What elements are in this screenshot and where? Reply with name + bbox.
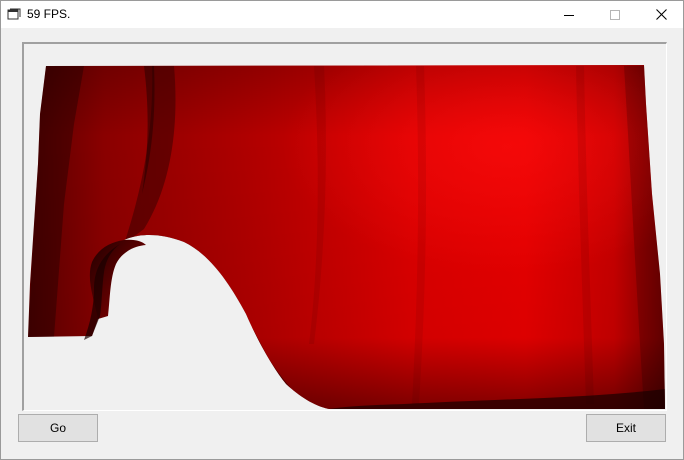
- app-icon[interactable]: [7, 7, 21, 21]
- title-bar[interactable]: 59 FPS.: [1, 1, 683, 28]
- cloth-surface: [28, 65, 665, 409]
- minimize-button[interactable]: [546, 1, 592, 28]
- go-button[interactable]: Go: [18, 414, 98, 442]
- render-viewport[interactable]: [22, 42, 667, 411]
- window-title: 59 FPS.: [27, 7, 71, 21]
- maximize-icon: [610, 9, 620, 20]
- close-icon: [655, 9, 667, 20]
- minimize-icon: [564, 10, 574, 20]
- maximize-button[interactable]: [592, 1, 638, 28]
- app-window: 59 FPS. Go Exit: [0, 0, 684, 460]
- client-area: Go Exit: [1, 28, 683, 459]
- close-button[interactable]: [638, 1, 684, 28]
- exit-button[interactable]: Exit: [586, 414, 666, 442]
